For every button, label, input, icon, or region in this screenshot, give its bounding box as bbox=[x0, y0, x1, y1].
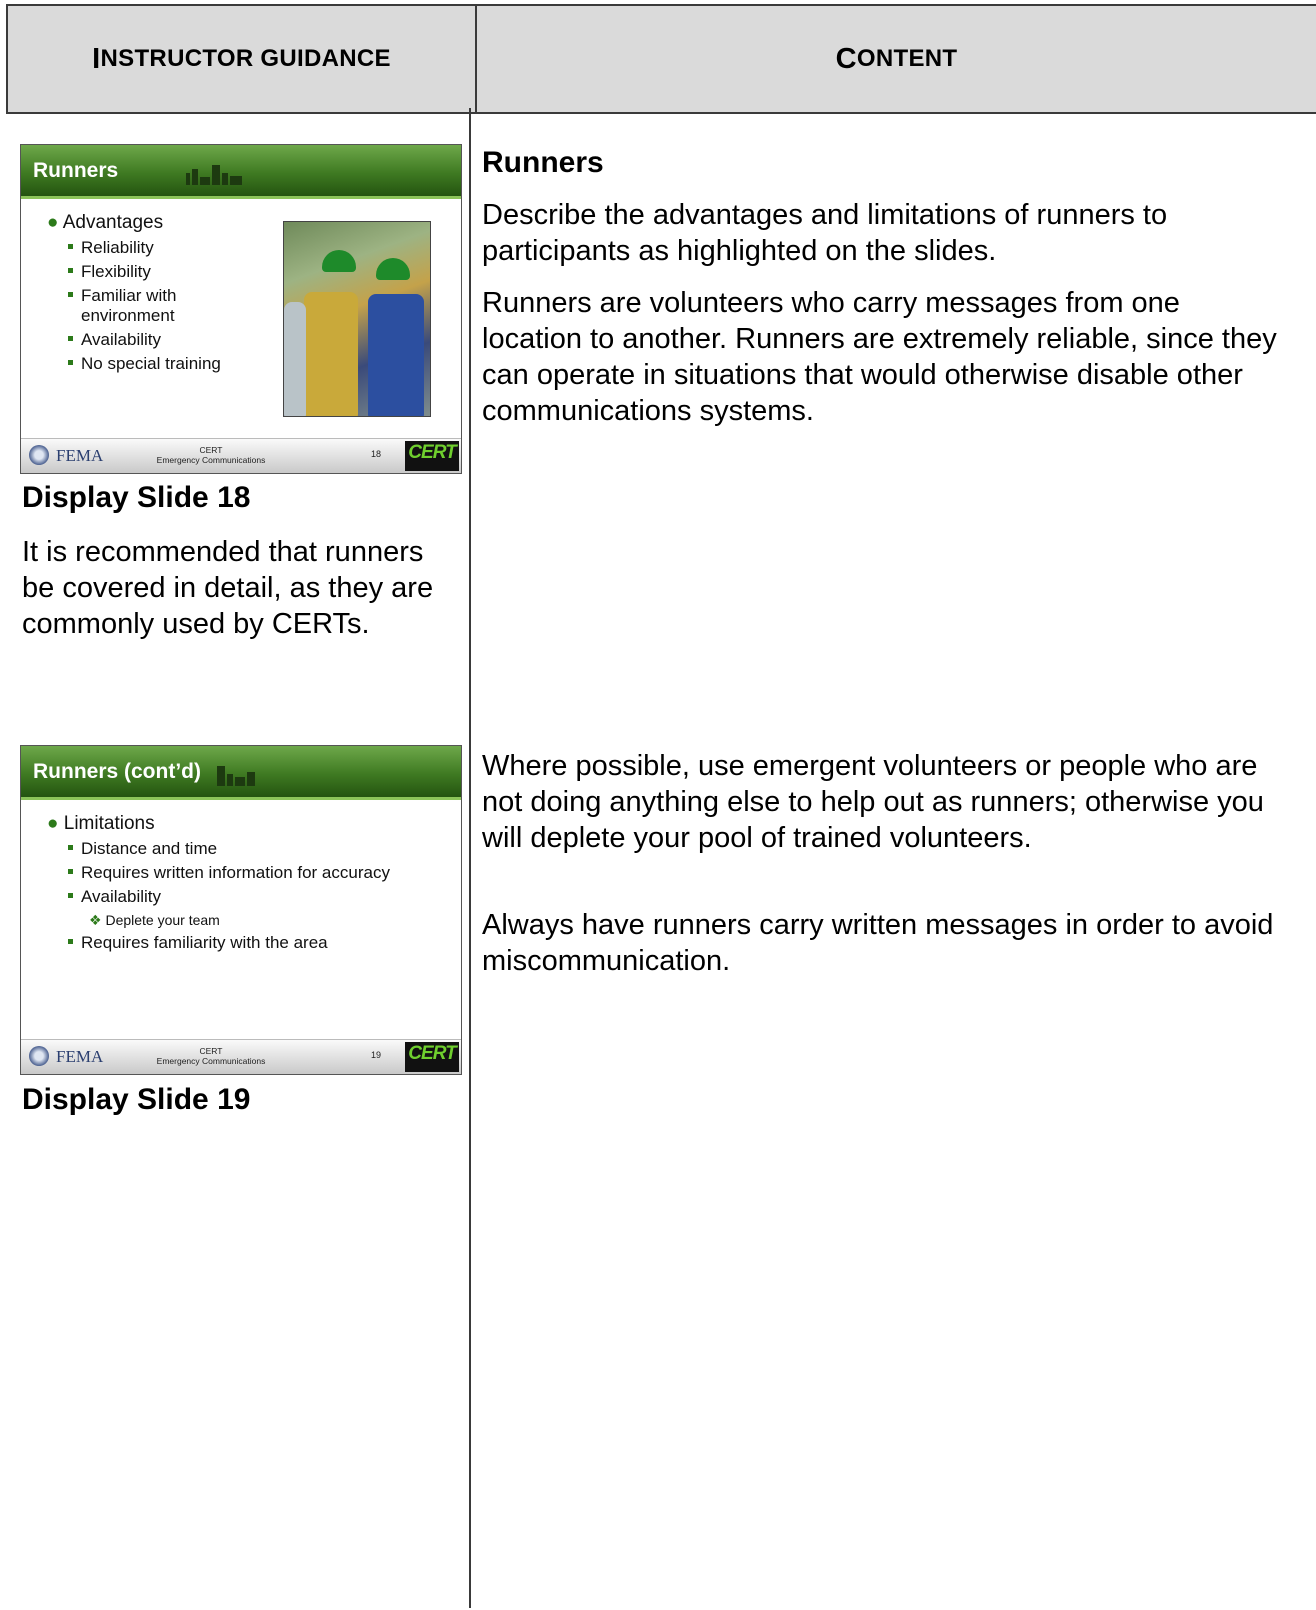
volunteers-photo bbox=[283, 221, 431, 417]
footer-course-title: CERT Emergency Communications bbox=[141, 445, 281, 465]
column-divider bbox=[469, 108, 471, 1608]
slide-title-bar: Runners bbox=[21, 145, 461, 199]
bullet-text: Advantages bbox=[62, 212, 164, 233]
content-paragraph: Describe the advantages and limitations … bbox=[482, 199, 1168, 267]
slide-title-bar: Runners (cont’d) bbox=[21, 746, 461, 800]
slide-bullet: ● Advantages bbox=[47, 212, 164, 233]
slide-bullet: ● Limitations bbox=[47, 813, 155, 834]
header-initial: C bbox=[835, 42, 857, 75]
slide-sub-bullet: Requires familiarity with the area bbox=[68, 933, 328, 953]
slide-caption: Display Slide 19 bbox=[22, 1083, 251, 1116]
header-initial: I bbox=[92, 42, 101, 75]
slide-sub-bullet: Flexibility bbox=[68, 262, 151, 282]
slide-sub-bullet: Distance and time bbox=[68, 839, 217, 859]
bullet-text: No special training bbox=[81, 354, 221, 373]
section-heading: Runners bbox=[482, 146, 604, 179]
bullet-text: Requires familiarity with the area bbox=[81, 933, 328, 952]
content-paragraph: Where possible, use emergent volunteers … bbox=[482, 750, 1264, 854]
slide-number: 18 bbox=[371, 449, 382, 459]
content-paragraph: Runners are volunteers who carry message… bbox=[482, 287, 1277, 427]
column-header-content: C ONTENT bbox=[475, 4, 1316, 114]
bullet-text: Requires written information for accurac… bbox=[81, 863, 390, 882]
skyline-graphic bbox=[217, 766, 257, 788]
slide-sub-bullet: No special training bbox=[68, 354, 221, 374]
instructor-note: It is recommended that runners be covere… bbox=[22, 536, 434, 640]
bullet-text: Availability bbox=[81, 330, 162, 349]
slide-thumbnail-19: Runners (cont’d) ● Limitations Distance … bbox=[20, 745, 462, 1075]
footer-line: CERT bbox=[199, 1046, 223, 1056]
cert-logo-text: CERT bbox=[408, 442, 456, 463]
column-header-instructor-guidance: I NSTRUCTOR GUIDANCE bbox=[6, 4, 477, 114]
dhs-seal-icon bbox=[29, 445, 49, 465]
bullet-text: Familiar with bbox=[81, 286, 177, 305]
footer-line: Emergency Communications bbox=[156, 1056, 266, 1066]
fema-label: FEMA bbox=[56, 1047, 104, 1066]
footer-line: Emergency Communications bbox=[156, 455, 266, 465]
slide-sub-sub-bullet: ❖ Deplete your team bbox=[89, 912, 220, 928]
slide-sub-bullet: Availability bbox=[68, 330, 161, 350]
content-paragraph: Always have runners carry written messag… bbox=[482, 909, 1274, 977]
slide-sub-bullet: Availability bbox=[68, 887, 161, 907]
slide-title: Runners bbox=[33, 159, 119, 182]
slide-sub-bullet-continued: environment bbox=[81, 306, 175, 326]
fema-label: FEMA bbox=[56, 446, 104, 465]
bullet-text: Flexibility bbox=[81, 262, 151, 281]
bullet-text: environment bbox=[81, 306, 175, 325]
slide-footer: FEMA CERT Emergency Communications 18 CE… bbox=[21, 438, 461, 473]
bullet-text: Deplete your team bbox=[105, 912, 220, 928]
slide-sub-bullet: Reliability bbox=[68, 238, 154, 258]
bullet-text: Limitations bbox=[63, 813, 155, 834]
slide-number: 19 bbox=[371, 1050, 382, 1060]
bullet-text: Distance and time bbox=[81, 839, 218, 858]
slide-caption: Display Slide 18 bbox=[22, 481, 251, 514]
cert-logo-text: CERT bbox=[408, 1043, 456, 1064]
bullet-text: Availability bbox=[81, 887, 162, 906]
footer-course-title: CERT Emergency Communications bbox=[141, 1046, 281, 1066]
dhs-seal-icon bbox=[29, 1046, 49, 1066]
skyline-graphic bbox=[186, 165, 244, 187]
slide-thumbnail-18: Runners ● Advantages Reliability Flexibi… bbox=[20, 144, 462, 474]
header-rest: NSTRUCTOR GUIDANCE bbox=[100, 45, 391, 72]
footer-line: CERT bbox=[199, 445, 223, 455]
slide-title: Runners (cont’d) bbox=[33, 760, 201, 783]
cert-logo: CERT bbox=[405, 1042, 459, 1072]
cert-logo: CERT bbox=[405, 441, 459, 471]
slide-sub-bullet: Requires written information for accurac… bbox=[68, 863, 390, 883]
header-rest: ONTENT bbox=[856, 45, 958, 72]
slide-sub-bullet: Familiar with bbox=[68, 286, 176, 306]
slide-footer: FEMA CERT Emergency Communications 19 CE… bbox=[21, 1039, 461, 1074]
bullet-text: Reliability bbox=[81, 238, 154, 257]
